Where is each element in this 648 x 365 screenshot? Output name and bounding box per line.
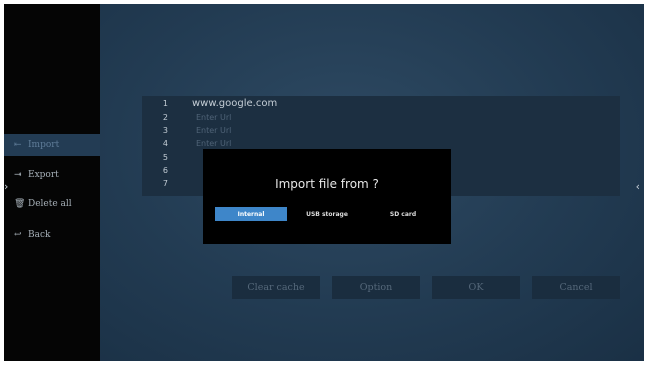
list-item[interactable]: 4 Enter Url xyxy=(142,138,231,149)
list-item[interactable]: 2 Enter Url xyxy=(142,112,231,123)
row-number: 3 xyxy=(162,126,168,135)
trash-icon: 🗑 xyxy=(14,199,26,209)
sidebar-item-export[interactable]: ⇥ Export xyxy=(4,164,100,186)
row-number: 7 xyxy=(162,179,168,188)
sidebar: ⇤ Import ⇥ Export 🗑 Delete all ↩ Back › xyxy=(4,4,100,361)
row-number: 2 xyxy=(162,113,168,122)
row-number: 4 xyxy=(162,139,168,148)
back-icon: ↩ xyxy=(14,230,22,240)
export-icon: ⇥ xyxy=(14,170,22,180)
import-dialog: Import file from ? Internal USB storage … xyxy=(203,149,451,244)
sidebar-item-label: Delete all xyxy=(28,199,72,209)
list-item[interactable]: 1 www.google.com xyxy=(142,98,277,109)
url-value: www.google.com xyxy=(192,98,278,109)
list-item[interactable]: 3 Enter Url xyxy=(142,125,231,136)
sidebar-item-label: Export xyxy=(28,170,59,180)
list-item[interactable]: 6 xyxy=(142,165,192,176)
dialog-title: Import file from ? xyxy=(275,177,379,191)
option-sd-card[interactable]: SD card xyxy=(367,207,439,221)
url-value: Enter Url xyxy=(196,139,232,148)
row-number: 6 xyxy=(162,166,168,175)
sidebar-item-import[interactable]: ⇤ Import xyxy=(4,134,100,156)
option-button[interactable]: Option xyxy=(332,276,420,299)
row-number: 1 xyxy=(162,99,168,108)
row-number: 5 xyxy=(162,153,168,162)
sidebar-item-label: Back xyxy=(28,230,51,240)
option-internal[interactable]: Internal xyxy=(215,207,287,221)
url-value: Enter Url xyxy=(196,113,232,122)
list-item[interactable]: 7 xyxy=(142,178,192,189)
sidebar-item-back[interactable]: ↩ Back xyxy=(4,224,100,246)
ok-button[interactable]: OK xyxy=(432,276,520,299)
sidebar-item-delete-all[interactable]: 🗑 Delete all xyxy=(4,193,100,215)
sidebar-item-label: Import xyxy=(28,140,60,150)
import-icon: ⇤ xyxy=(14,140,22,150)
clear-cache-button[interactable]: Clear cache xyxy=(232,276,320,299)
chevron-left-icon[interactable]: ‹ xyxy=(636,180,640,193)
screen: ⇤ Import ⇥ Export 🗑 Delete all ↩ Back › … xyxy=(4,4,644,361)
option-usb-storage[interactable]: USB storage xyxy=(291,207,363,221)
cancel-button[interactable]: Cancel xyxy=(532,276,620,299)
list-item[interactable]: 5 xyxy=(142,152,192,163)
url-value: Enter Url xyxy=(196,126,232,135)
chevron-right-icon[interactable]: › xyxy=(4,180,8,193)
